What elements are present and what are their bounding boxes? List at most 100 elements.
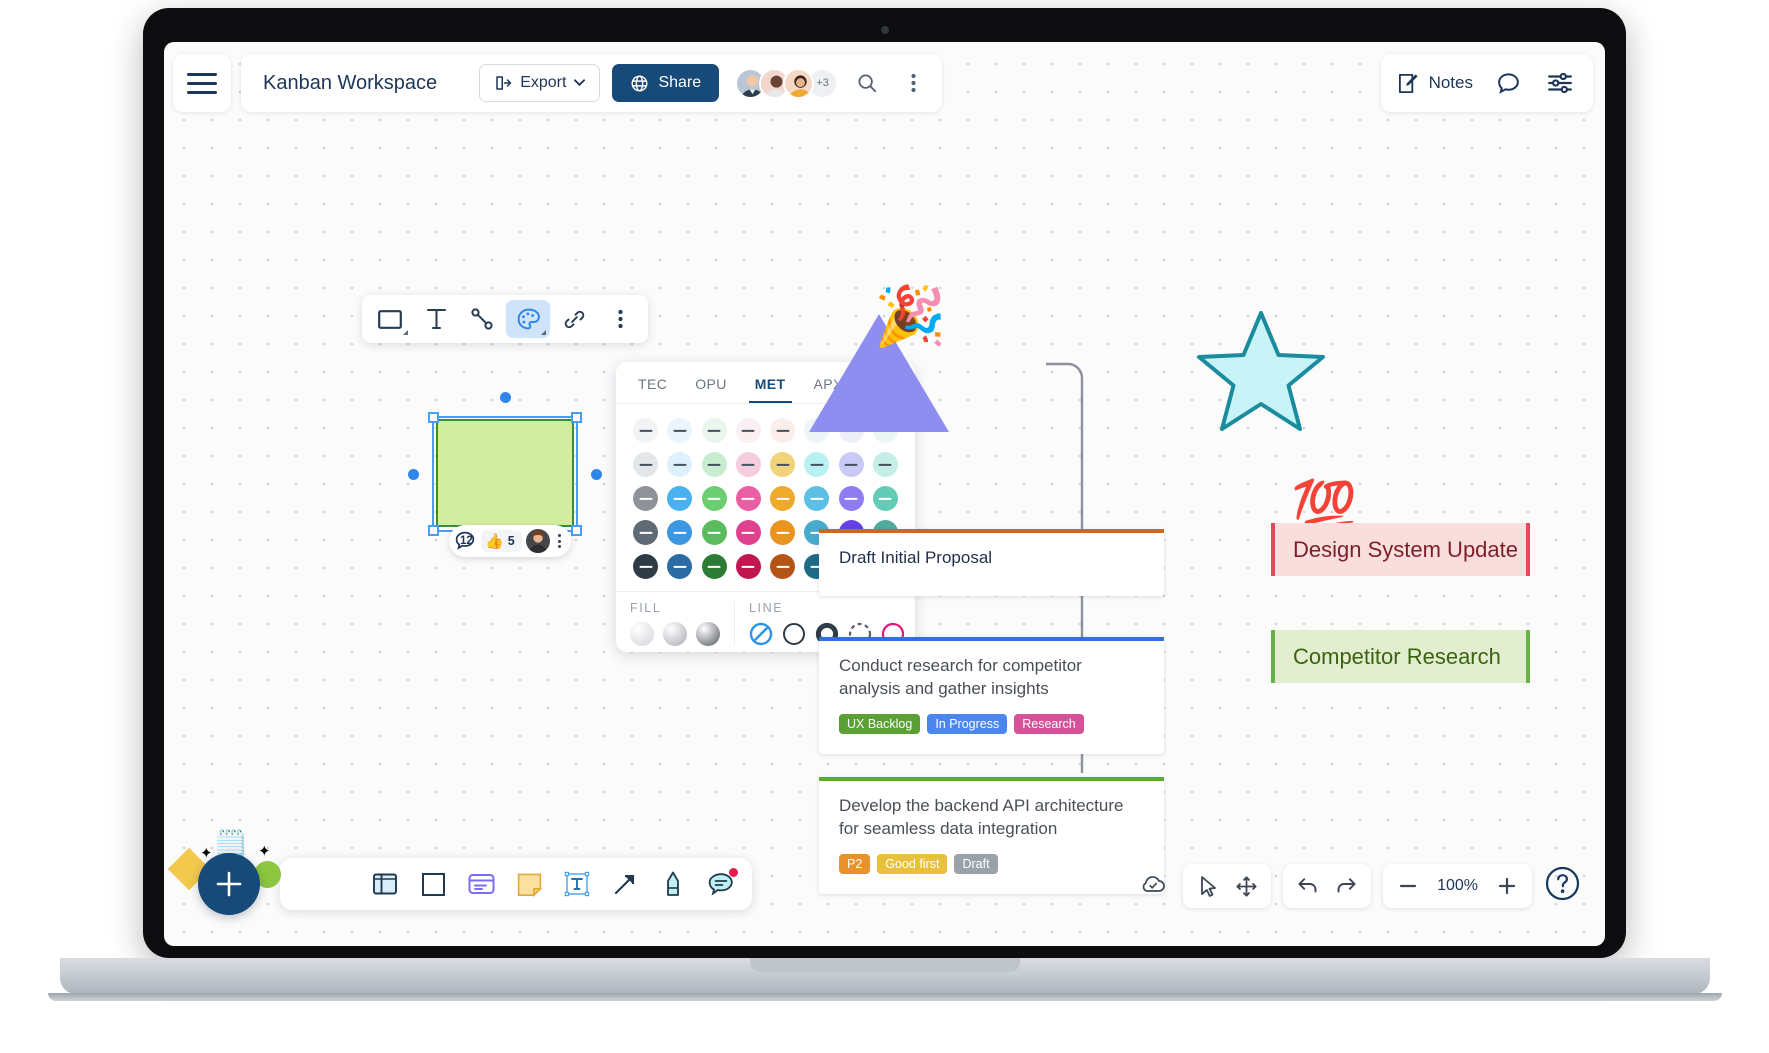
task-card[interactable]: Conduct research for competitor analysis… (819, 637, 1164, 754)
shape-more-options[interactable] (554, 534, 565, 548)
color-swatch[interactable] (770, 554, 796, 579)
color-swatch[interactable] (633, 486, 659, 511)
highlighter-tool[interactable] (656, 867, 690, 901)
color-swatch[interactable] (701, 486, 727, 511)
color-swatch[interactable] (701, 452, 727, 477)
tab-opu[interactable]: OPU (689, 374, 733, 403)
tag[interactable]: Draft (954, 853, 998, 874)
more-vertical-icon[interactable] (896, 64, 930, 102)
rectangle-tool[interactable] (416, 867, 450, 901)
color-swatch[interactable] (667, 486, 693, 511)
arrow-up-right-icon (614, 874, 635, 895)
selected-rectangle-shape[interactable] (436, 419, 574, 527)
sliders-icon[interactable] (1543, 64, 1577, 102)
line-tool[interactable] (460, 300, 504, 338)
zoom-level[interactable]: 100% (1429, 877, 1486, 895)
color-swatch[interactable] (701, 554, 727, 579)
task-card[interactable]: Develop the backend API architecture for… (819, 777, 1164, 894)
line-thin-option[interactable] (782, 622, 806, 646)
color-swatch[interactable] (667, 452, 693, 477)
zoom-in-button[interactable] (1490, 869, 1524, 903)
fill-option[interactable] (630, 622, 654, 646)
tab-met[interactable]: MET (748, 374, 792, 403)
export-button[interactable]: Export (479, 64, 601, 102)
color-swatch[interactable] (701, 520, 727, 545)
color-swatch[interactable] (770, 520, 796, 545)
color-swatch[interactable] (667, 418, 693, 443)
search-icon[interactable] (850, 64, 884, 102)
note-left-bar (1271, 523, 1275, 576)
fill-option[interactable] (696, 622, 720, 646)
redo-arrow-icon[interactable] (1329, 869, 1363, 903)
arrow-tool[interactable] (608, 867, 642, 901)
tag[interactable]: Good first (877, 853, 948, 874)
color-swatch[interactable] (735, 452, 761, 477)
frame-tool[interactable] (368, 867, 402, 901)
share-button[interactable]: Share (612, 64, 720, 102)
move-hand-icon[interactable] (1229, 869, 1263, 903)
globe-icon (631, 75, 648, 91)
add-button[interactable] (198, 853, 260, 915)
color-swatch[interactable] (735, 520, 761, 545)
card-tool[interactable] (464, 867, 498, 901)
shape-tool[interactable] (368, 300, 412, 338)
color-swatch[interactable] (701, 418, 727, 443)
avatar[interactable] (783, 67, 815, 99)
text-tool[interactable] (560, 867, 594, 901)
help-button[interactable] (1544, 865, 1581, 907)
comment-bubble-icon[interactable] (1491, 64, 1525, 102)
color-swatch[interactable] (770, 486, 796, 511)
note-card-title: Design System Update (1293, 536, 1518, 562)
color-swatch[interactable] (667, 554, 693, 579)
color-swatch[interactable] (667, 520, 693, 545)
color-swatch[interactable] (633, 520, 659, 545)
color-swatch[interactable] (633, 452, 659, 477)
tag[interactable]: P2 (839, 853, 871, 874)
color-swatch[interactable] (735, 486, 761, 511)
link-tool[interactable] (552, 300, 596, 338)
color-swatch[interactable] (872, 452, 898, 477)
color-swatch[interactable] (735, 418, 761, 443)
sticky-note-tool[interactable] (512, 867, 546, 901)
party-popper-sticker[interactable]: 🎉 (874, 288, 946, 346)
color-swatch[interactable] (735, 554, 761, 579)
comment-count-badge[interactable]: 12 (453, 529, 477, 553)
color-swatch[interactable] (872, 486, 898, 511)
note-right-bar (1526, 523, 1530, 576)
fill-option[interactable] (663, 622, 687, 646)
tag[interactable]: In Progress (927, 713, 1008, 734)
collaborator-avatars[interactable]: +3 (735, 67, 839, 99)
color-swatch[interactable] (633, 554, 659, 579)
reaction-badge[interactable]: 👍 5 (481, 530, 522, 552)
color-swatch[interactable] (633, 418, 659, 443)
cursor-arrow-icon[interactable] (1191, 869, 1225, 903)
color-swatch[interactable] (838, 452, 864, 477)
undo-arrow-icon[interactable] (1291, 869, 1325, 903)
color-swatch[interactable] (770, 418, 796, 443)
tag[interactable]: UX Backlog (839, 713, 921, 734)
color-tool[interactable] (506, 300, 550, 338)
tag[interactable]: Research (1014, 713, 1084, 734)
color-swatch[interactable] (804, 452, 830, 477)
color-swatch[interactable] (770, 452, 796, 477)
cloud-check-icon[interactable] (1136, 873, 1171, 900)
color-swatch[interactable] (838, 486, 864, 511)
text-tool[interactable] (414, 300, 458, 338)
more-tool[interactable] (598, 300, 642, 338)
line-none-option[interactable] (749, 622, 773, 646)
star-shape[interactable] (1196, 310, 1326, 433)
edit-note-icon (1398, 73, 1418, 93)
tab-tec[interactable]: TEC (632, 374, 673, 403)
task-card[interactable]: Draft Initial Proposal (819, 529, 1164, 596)
task-card-title: Draft Initial Proposal (839, 548, 993, 567)
export-label: Export (520, 74, 567, 91)
note-card[interactable]: Competitor Research (1271, 630, 1530, 683)
color-swatch[interactable] (804, 486, 830, 511)
avatar[interactable] (525, 529, 550, 553)
hamburger-menu-icon[interactable] (173, 54, 231, 112)
notes-button[interactable]: Notes (1397, 72, 1473, 95)
export-icon (496, 76, 512, 90)
comment-tool[interactable] (704, 867, 738, 901)
zoom-out-button[interactable] (1391, 869, 1425, 903)
note-card[interactable]: Design System Update (1271, 523, 1530, 576)
